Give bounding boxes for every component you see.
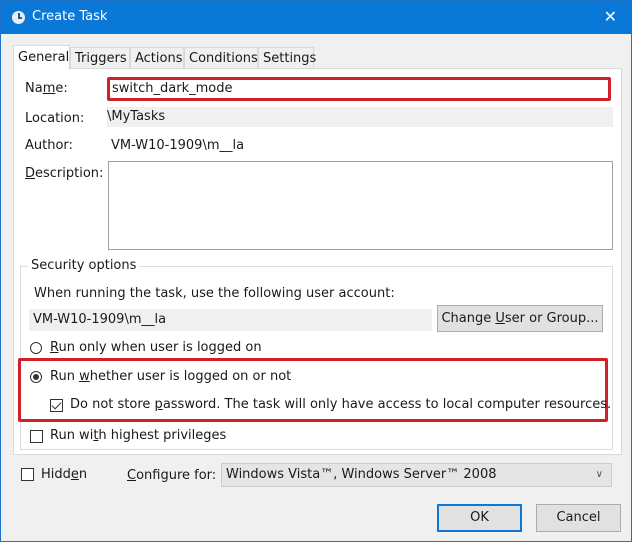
do-not-store-password-checkbox[interactable] [50,399,63,412]
annotation-highlight-box [18,358,608,422]
configure-for-select[interactable]: Windows Vista™, Windows Server™ 2008 ∨ [221,463,612,487]
location-label: Location: [25,111,85,126]
title-bar: Create Task ✕ [1,1,631,34]
account-prompt: When running the task, use the following… [34,286,395,301]
chevron-down-icon: ∨ [595,469,603,480]
tab-actions[interactable]: Actions [130,47,184,68]
name-input[interactable]: switch_dark_mode [107,77,611,101]
run-only-logged-on-label[interactable]: Run only when user is logged on [50,340,262,355]
ok-button[interactable]: OK [437,504,522,532]
tab-conditions[interactable]: Conditions [184,47,258,68]
description-textarea[interactable] [108,161,613,250]
tab-general[interactable]: General [13,45,70,70]
hidden-label[interactable]: Hidden [41,467,87,482]
location-value: \MyTasks [107,107,613,127]
tab-triggers[interactable]: Triggers [70,47,130,68]
security-options-title: Security options [28,258,140,273]
author-value: VM-W10-1909\m__la [111,138,245,153]
do-not-store-password-label[interactable]: Do not store password. The task will onl… [70,397,611,412]
create-task-dialog: Create Task ✕ General Triggers Actions C… [0,0,632,542]
name-label: Name: [25,81,68,96]
window-title: Create Task [32,9,108,24]
task-scheduler-clock-icon [12,11,25,24]
author-label: Author: [25,138,73,153]
close-icon[interactable]: ✕ [604,7,617,26]
run-only-logged-on-radio[interactable] [30,342,42,354]
tab-settings[interactable]: Settings [258,47,316,68]
cancel-button[interactable]: Cancel [536,504,621,532]
run-highest-privileges-label[interactable]: Run with highest privileges [50,428,226,443]
run-highest-privileges-checkbox[interactable] [30,430,43,443]
run-whether-logged-on-label[interactable]: Run whether user is logged on or not [50,369,291,384]
run-whether-logged-on-radio[interactable] [30,371,42,383]
description-label: Description: [25,166,104,181]
hidden-checkbox[interactable] [21,468,34,481]
user-account-value: VM-W10-1909\m__la [29,309,432,331]
change-user-or-group-button[interactable]: Change User or Group... [437,305,603,332]
configure-for-label: Configure for: [127,468,217,483]
configure-for-value: Windows Vista™, Windows Server™ 2008 [226,467,497,482]
